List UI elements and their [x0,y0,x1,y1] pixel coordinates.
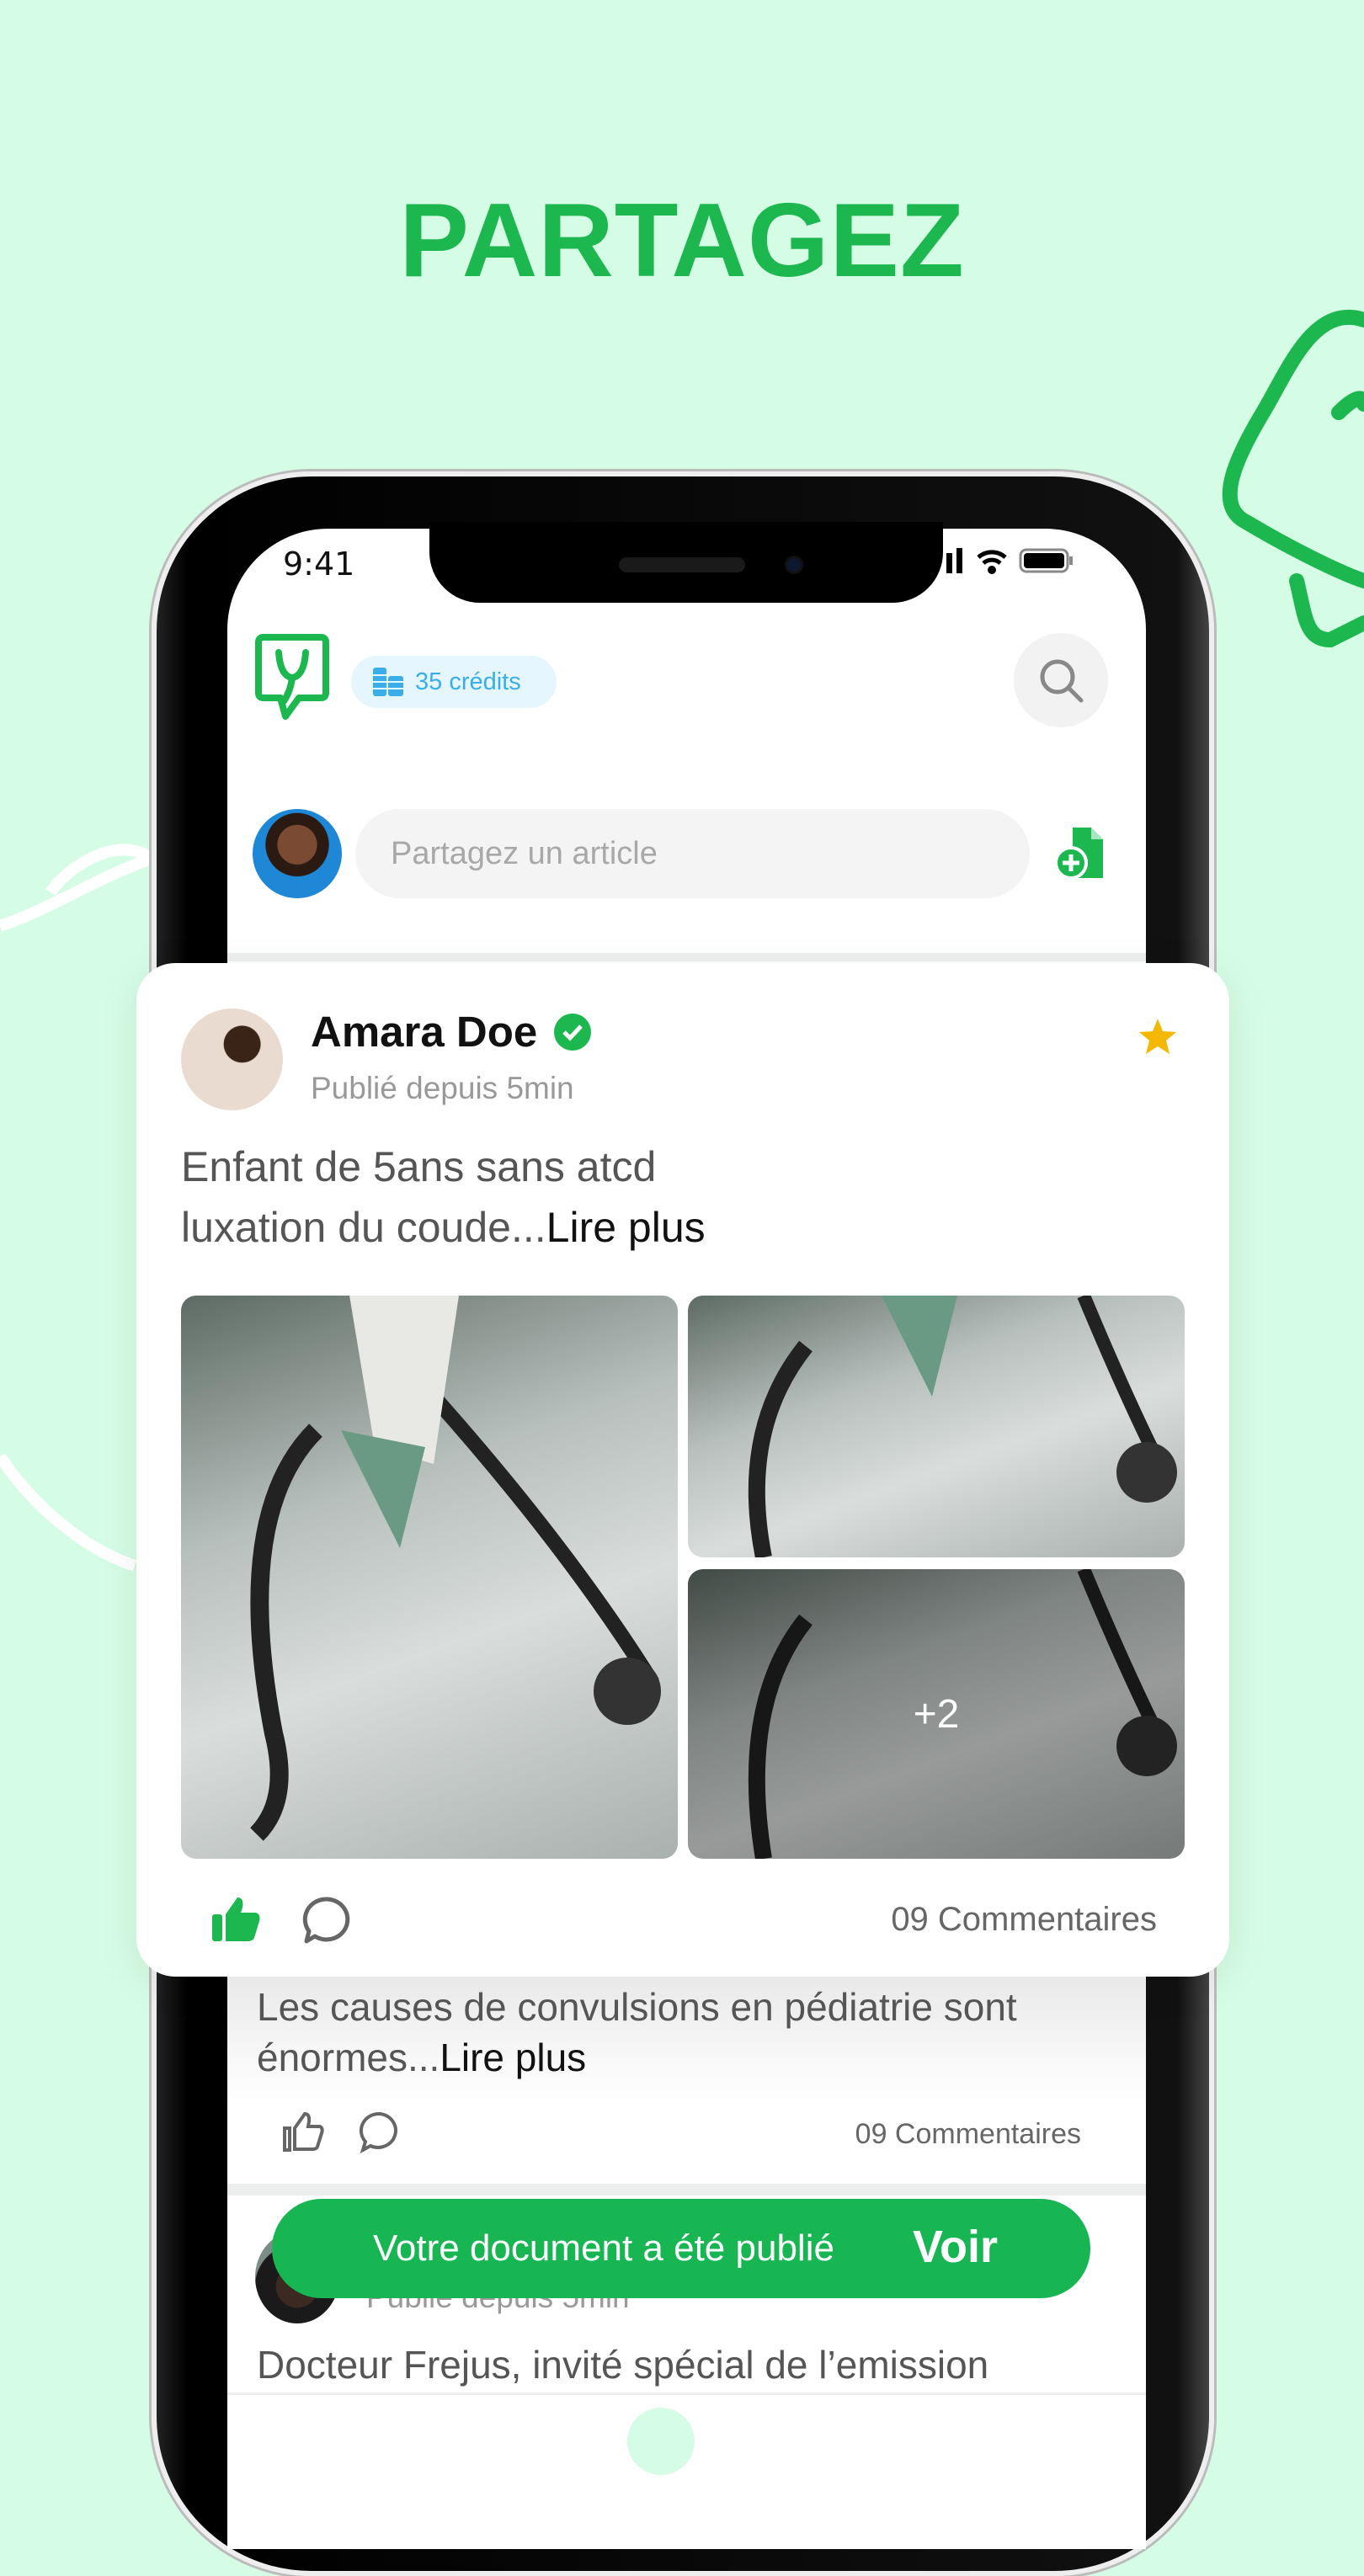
share-article-input[interactable]: Partagez un article [355,809,1030,898]
post-image-3[interactable]: +2 [688,1569,1185,1859]
toast-message: Votre document a été publié [373,2227,834,2269]
divider [227,953,1146,961]
credits-badge[interactable]: 35 crédits [351,656,557,708]
comments-count[interactable]: 09 Commentaires [891,1901,1157,1939]
signal-icon [946,548,962,573]
like-icon-filled[interactable] [210,1896,261,1943]
like-icon[interactable] [283,2111,325,2152]
author-row: Amara Doe [311,1007,593,1056]
comment-icon[interactable] [359,2111,401,2153]
status-icons [945,547,1074,574]
star-icon[interactable] [1138,1017,1177,1056]
add-document-icon[interactable] [1054,826,1106,880]
post-2-text: Les causes de convulsions en pédiatrie s… [257,1985,1017,2079]
post-time: Publié depuis 5min [311,1071,574,1105]
status-time: 9:41 [283,546,355,583]
post-2-comments-count[interactable]: 09 Commentaires [855,2118,1081,2151]
battery-icon [1019,548,1073,573]
published-toast: Votre document a été publié Voir [272,2199,1090,2298]
wifi-icon [977,550,1007,574]
stethoscope-chat-logo [255,634,329,720]
nav-home-button[interactable] [627,2408,695,2475]
post-image-2[interactable] [688,1296,1185,1557]
post-image-main[interactable] [181,1296,678,1859]
page-headline: PARTAGEZ [399,183,965,299]
author-name[interactable]: Amara Doe [311,1007,537,1056]
author-avatar[interactable] [181,1009,283,1110]
read-more-link[interactable]: Lire plus [440,2036,586,2079]
verified-badge-icon [554,1013,592,1051]
comment-icon[interactable] [301,1896,350,1945]
user-avatar[interactable] [253,809,342,898]
more-images-count[interactable]: +2 [688,1569,1185,1859]
divider [227,2184,1146,2195]
credits-label: 35 crédits [415,668,521,695]
coins-icon [373,668,403,696]
decorative-squiggle [1222,310,1364,648]
view-button[interactable]: Voir [913,2221,998,2273]
search-button[interactable] [1014,633,1108,727]
camera [785,556,803,574]
read-more-link[interactable]: Lire plus [546,1204,706,1251]
post-text: Enfant de 5ans sans atcd luxation du cou… [181,1143,706,1251]
post-3-text: Docteur Frejus, invité spécial de l’emis… [257,2343,989,2387]
search-icon [1040,659,1084,703]
speaker [619,557,745,572]
